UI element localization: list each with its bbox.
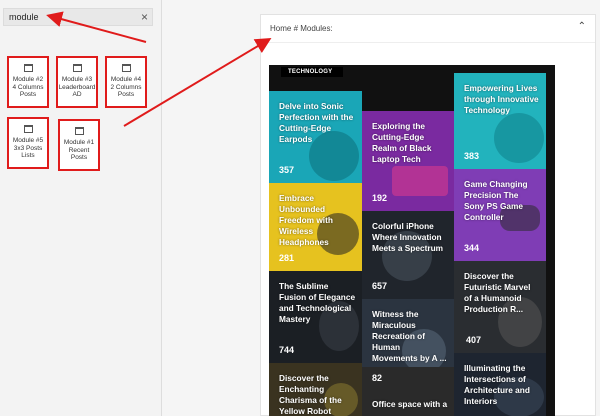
post-tile[interactable]: Empowering Lives through Innovative Tech… — [454, 73, 546, 169]
section-title: TECHNOLOGY — [281, 67, 343, 77]
module-label: Module #4 2 Columns Posts — [110, 76, 142, 98]
search-input[interactable] — [9, 12, 129, 22]
post-title: Office space with a — [372, 399, 448, 409]
module-label: Module #2 4 Columns Posts — [12, 76, 44, 98]
module-label: Module #5 3x3 Posts Lists — [12, 137, 44, 159]
post-title: Colorful iPhone Where Innovation Meets a… — [372, 221, 444, 253]
post-title: Witness the Miraculous Recreation of Hum… — [372, 309, 447, 363]
module-label: Module #3 Leaderboard AD — [58, 76, 96, 98]
post-title: Embrace Unbounded Freedom with Wireless … — [279, 193, 333, 247]
post-title: Exploring the Cutting-Edge Realm of Blac… — [372, 121, 432, 164]
chevron-up-icon[interactable]: ⌃ — [578, 21, 586, 32]
calendar-icon — [121, 64, 131, 72]
post-tile[interactable]: Discover the Futuristic Marvel of a Huma… — [454, 261, 546, 353]
post-title: Discover the Enchanting Charisma of the … — [279, 373, 342, 416]
post-count: 344 — [464, 243, 480, 253]
post-tile[interactable]: Embrace Unbounded Freedom with Wireless … — [269, 183, 362, 271]
panel-header: Home # Modules: ⌃ — [261, 15, 595, 43]
post-title: Discover the Futuristic Marvel of a Huma… — [464, 271, 531, 314]
module-sidebar: × Module #2 4 Columns Posts Module #3 Le… — [0, 0, 162, 416]
calendar-icon — [72, 64, 82, 72]
post-title: Illuminating the Intersections of Archit… — [464, 363, 530, 406]
post-count: 281 — [279, 253, 295, 263]
post-title: Delve into Sonic Perfection with the Cut… — [279, 101, 354, 144]
module-preview: TECHNOLOGY Delve into Sonic Perfection w… — [269, 65, 555, 416]
post-title: Empowering Lives through Innovative Tech… — [464, 83, 539, 115]
post-title: The Sublime Fusion of Elegance and Techn… — [279, 281, 356, 324]
post-tile[interactable]: Exploring the Cutting-Edge Realm of Blac… — [362, 111, 454, 211]
post-tile[interactable]: Colorful iPhone Where Innovation Meets a… — [362, 211, 454, 299]
post-count: 407 — [466, 335, 482, 345]
post-tile[interactable]: The Sublime Fusion of Elegance and Techn… — [269, 271, 362, 363]
module-item-3[interactable]: Module #3 Leaderboard AD — [56, 56, 98, 108]
post-tile[interactable]: Illuminating the Intersections of Archit… — [454, 353, 546, 416]
post-title: Game Changing Precision The Sony PS Game… — [464, 179, 528, 222]
post-tile[interactable]: Game Changing Precision The Sony PS Game… — [454, 169, 546, 261]
calendar-icon — [74, 127, 84, 135]
post-count: 383 — [464, 151, 480, 161]
post-tile[interactable]: Witness the Miraculous Recreation of Hum… — [362, 299, 454, 367]
module-item-5[interactable]: Module #5 3x3 Posts Lists — [7, 117, 49, 169]
calendar-icon — [23, 125, 33, 133]
close-icon[interactable]: × — [141, 10, 148, 24]
post-tile[interactable]: Discover the Enchanting Charisma of the … — [269, 363, 362, 416]
module-label: Module #1 Recent Posts — [63, 139, 95, 161]
post-count: 657 — [372, 281, 388, 291]
post-count: 82 — [372, 373, 383, 383]
module-item-2[interactable]: Module #2 4 Columns Posts — [7, 56, 49, 108]
module-item-4[interactable]: Module #4 2 Columns Posts — [105, 56, 147, 108]
post-count: 357 — [279, 165, 295, 175]
breadcrumb: Home # Modules: — [270, 24, 333, 33]
module-item-1[interactable]: Module #1 Recent Posts — [58, 119, 100, 171]
calendar-icon — [23, 64, 33, 72]
module-panel: Home # Modules: ⌃ TECHNOLOGY Delve into … — [260, 14, 596, 416]
post-tile[interactable]: 82 Office space with a — [362, 367, 454, 416]
post-count: 192 — [372, 193, 388, 203]
post-count: 744 — [279, 345, 295, 355]
module-search-box[interactable]: × — [3, 8, 153, 26]
post-tile[interactable]: Delve into Sonic Perfection with the Cut… — [269, 91, 362, 183]
